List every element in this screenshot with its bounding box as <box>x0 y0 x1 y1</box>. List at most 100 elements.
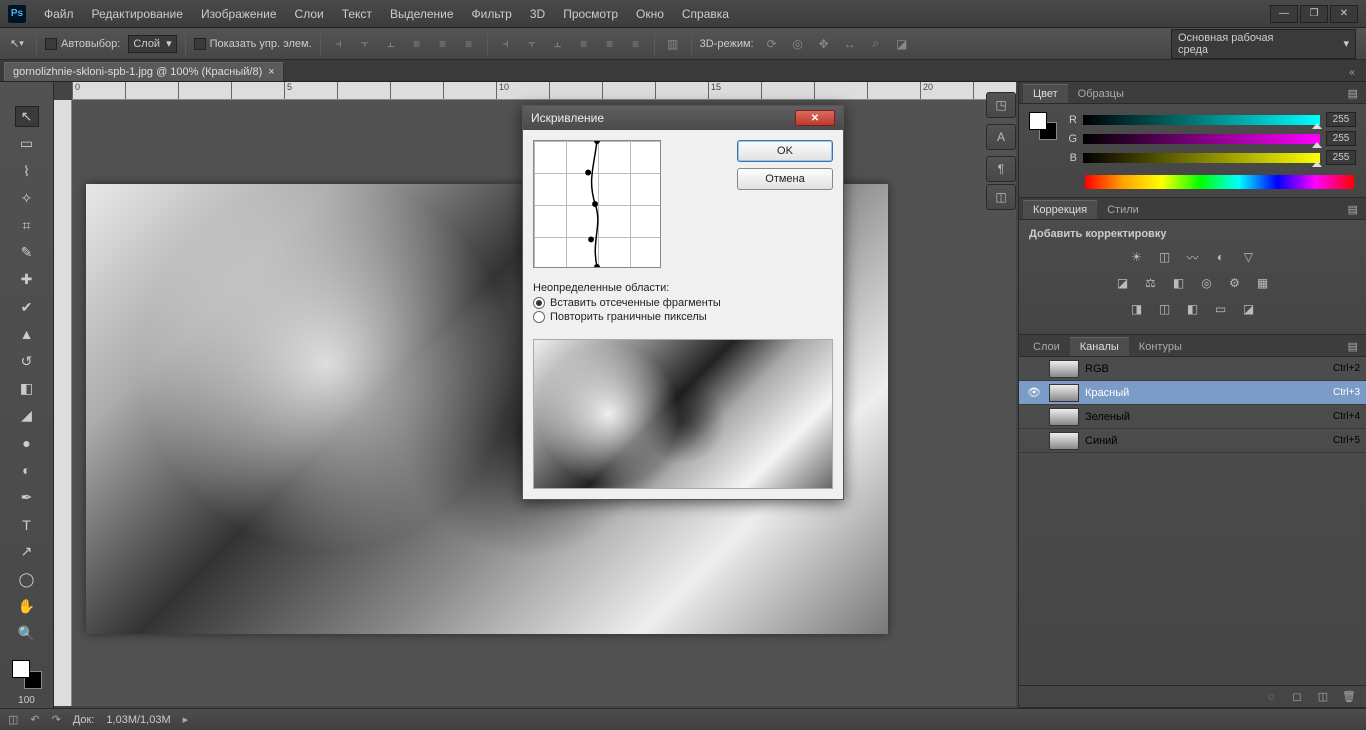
gradient-map-icon[interactable]: ▭ <box>1211 300 1231 318</box>
vibrance-icon[interactable]: ▽ <box>1239 248 1259 266</box>
brightness-icon[interactable]: ☀ <box>1127 248 1147 266</box>
slider-thumb-icon[interactable] <box>1312 161 1322 167</box>
3d-orbit-icon[interactable]: ⟳ <box>762 35 782 53</box>
dialog-titlebar[interactable]: Искривление ✕ <box>523 106 843 130</box>
layer-select[interactable]: Слой ▾ <box>128 35 176 53</box>
hand-tool[interactable]: ✋ <box>15 596 39 617</box>
tab-channels[interactable]: Каналы <box>1070 337 1129 356</box>
tab-layers[interactable]: Слои <box>1023 338 1070 356</box>
path-select-tool[interactable]: ↗ <box>15 541 39 562</box>
eraser-tool[interactable]: ◧ <box>15 378 39 399</box>
3d-pan-icon[interactable]: ✥ <box>814 35 834 53</box>
exposure-icon[interactable]: ◐ <box>1211 248 1231 266</box>
menu-view[interactable]: Просмотр <box>555 3 626 25</box>
bw-icon[interactable]: ◧ <box>1169 274 1189 292</box>
healing-tool[interactable]: ✚ <box>15 269 39 290</box>
blur-tool[interactable]: ● <box>15 432 39 453</box>
back-icon[interactable]: ↶ <box>30 713 39 726</box>
menu-help[interactable]: Справка <box>674 3 737 25</box>
pen-tool[interactable]: ✒ <box>15 487 39 508</box>
character-dock-icon[interactable]: A <box>986 124 1016 150</box>
3d-zoom-icon[interactable]: ⌕ <box>866 35 886 53</box>
color-balance-icon[interactable]: ⚖ <box>1141 274 1161 292</box>
brush-tool[interactable]: ✔ <box>15 296 39 317</box>
new-channel-icon[interactable]: ◫ <box>1314 689 1332 705</box>
r-value[interactable]: 255 <box>1326 112 1356 127</box>
r-slider[interactable] <box>1083 115 1320 125</box>
threshold-icon[interactable]: ◧ <box>1183 300 1203 318</box>
menu-file[interactable]: Файл <box>36 3 82 25</box>
minimize-button[interactable]: — <box>1270 5 1298 23</box>
selective-color-icon[interactable]: ◪ <box>1239 300 1259 318</box>
align-hcenter-icon[interactable]: ≡ <box>433 35 453 53</box>
g-slider[interactable] <box>1083 134 1320 144</box>
slider-thumb-icon[interactable] <box>1312 142 1322 148</box>
zoom-status-icon[interactable]: ◫ <box>8 713 18 726</box>
visibility-icon[interactable]: 👁 <box>1025 386 1043 399</box>
dist-vcenter-icon[interactable]: ⫟ <box>522 35 542 53</box>
panel-menu-icon[interactable]: ▤ <box>1340 84 1366 103</box>
curve-grid[interactable] <box>533 140 661 268</box>
color-swatches[interactable] <box>12 660 42 689</box>
stamp-tool[interactable]: ▲ <box>15 324 39 345</box>
vertical-ruler[interactable] <box>54 100 72 706</box>
b-value[interactable]: 255 <box>1326 150 1356 165</box>
foreground-color-swatch[interactable] <box>12 660 30 678</box>
marquee-tool[interactable]: ▭ <box>15 133 39 154</box>
maximize-button[interactable]: ❐ <box>1300 5 1328 23</box>
document-tab[interactable]: gornolizhnie-skloni-spb-1.jpg @ 100% (Кр… <box>4 62 284 81</box>
dialog-close-button[interactable]: ✕ <box>795 110 835 126</box>
channel-row-green[interactable]: Зеленый Ctrl+4 <box>1019 405 1366 429</box>
menu-layer[interactable]: Слои <box>287 3 332 25</box>
menu-filter[interactable]: Фильтр <box>464 3 520 25</box>
align-left-icon[interactable]: ≡ <box>407 35 427 53</box>
channel-row-red[interactable]: 👁 Красный Ctrl+3 <box>1019 381 1366 405</box>
slider-thumb-icon[interactable] <box>1312 123 1322 129</box>
panel-menu-icon[interactable]: ▤ <box>1340 200 1366 219</box>
gradient-tool[interactable]: ◢ <box>15 405 39 426</box>
menu-type[interactable]: Текст <box>334 3 380 25</box>
delete-channel-icon[interactable]: 🗑 <box>1340 689 1358 705</box>
tab-paths[interactable]: Контуры <box>1129 338 1192 356</box>
properties-dock-icon[interactable]: ◫ <box>986 184 1016 210</box>
curves-icon[interactable]: 〰 <box>1183 248 1203 266</box>
move-tool[interactable]: ↖ <box>15 106 39 127</box>
tool-preset-icon[interactable]: ↖▾ <box>10 37 28 51</box>
b-slider[interactable] <box>1083 153 1320 163</box>
tab-swatches[interactable]: Образцы <box>1068 85 1134 103</box>
save-selection-icon[interactable]: ◻ <box>1288 689 1306 705</box>
magic-wand-tool[interactable]: ✧ <box>15 188 39 209</box>
load-selection-icon[interactable]: ◌ <box>1262 689 1280 705</box>
lookup-icon[interactable]: ▦ <box>1253 274 1273 292</box>
show-transform-checkbox[interactable]: Показать упр. элем. <box>194 38 312 50</box>
dodge-tool[interactable]: ◐ <box>15 460 39 481</box>
dist-left-icon[interactable]: ≡ <box>574 35 594 53</box>
expand-panels-icon[interactable]: « <box>1340 63 1364 81</box>
color-panel-swatches[interactable] <box>1029 112 1057 140</box>
close-button[interactable]: ✕ <box>1330 5 1358 23</box>
photo-filter-icon[interactable]: ◎ <box>1197 274 1217 292</box>
close-icon[interactable]: × <box>268 66 274 78</box>
radio-wrap-around[interactable]: Вставить отсеченные фрагменты <box>533 297 833 309</box>
tab-styles[interactable]: Стили <box>1097 201 1149 219</box>
hue-sat-icon[interactable]: ◪ <box>1113 274 1133 292</box>
align-vcenter-icon[interactable]: ⫟ <box>355 35 375 53</box>
3d-slide-icon[interactable]: ↔ <box>840 35 860 53</box>
menu-edit[interactable]: Редактирование <box>84 3 191 25</box>
history-dock-icon[interactable]: ◳ <box>986 92 1016 118</box>
tab-adjustments[interactable]: Коррекция <box>1023 200 1097 219</box>
zoom-tool[interactable]: 🔍 <box>15 623 39 644</box>
dist-top-icon[interactable]: ⫞ <box>496 35 516 53</box>
workspace-select[interactable]: Основная рабочая среда ▾ <box>1171 29 1356 59</box>
horizontal-ruler[interactable]: 0 5 10 15 20 <box>72 82 1016 100</box>
eyedropper-tool[interactable]: ✎ <box>15 242 39 263</box>
align-right-icon[interactable]: ≡ <box>459 35 479 53</box>
channel-row-rgb[interactable]: RGB Ctrl+2 <box>1019 357 1366 381</box>
cancel-button[interactable]: Отмена <box>737 168 833 190</box>
align-top-icon[interactable]: ⫞ <box>329 35 349 53</box>
align-bottom-icon[interactable]: ⫠ <box>381 35 401 53</box>
menu-window[interactable]: Окно <box>628 3 672 25</box>
panel-menu-icon[interactable]: ▤ <box>1340 337 1366 356</box>
3d-camera-icon[interactable]: ◪ <box>892 35 912 53</box>
lasso-tool[interactable]: ⌇ <box>15 160 39 181</box>
